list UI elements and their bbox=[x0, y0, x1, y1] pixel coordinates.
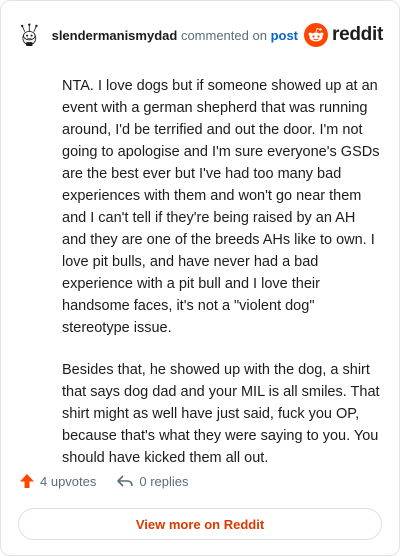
comment-paragraph: Besides that, he showed up with the dog,… bbox=[62, 362, 380, 466]
comment-meta: slendermanismydad commented on post bbox=[52, 28, 298, 43]
reddit-wordmark: reddit bbox=[332, 24, 383, 45]
reddit-snoo-icon bbox=[304, 23, 329, 47]
comment-header: slendermanismydad commented on post redd… bbox=[17, 15, 383, 55]
post-link[interactable]: post bbox=[271, 28, 298, 43]
reply-action[interactable]: 0 replies bbox=[116, 473, 189, 489]
comment-paragraph: NTA. I love dogs but if someone showed u… bbox=[62, 78, 380, 336]
commented-on-text: commented on bbox=[180, 27, 267, 43]
reply-arrow-icon[interactable] bbox=[116, 473, 134, 489]
reddit-logo[interactable]: reddit bbox=[304, 23, 383, 47]
upvote-arrow-icon[interactable] bbox=[19, 473, 35, 489]
upvote-action[interactable]: 4 upvotes bbox=[19, 473, 96, 489]
comment-body: NTA. I love dogs but if someone showed u… bbox=[62, 75, 381, 489]
reply-count: 0 replies bbox=[139, 473, 189, 489]
comment-actions: 4 upvotes 0 replies bbox=[19, 473, 189, 489]
embedded-comment-card: slendermanismydad commented on post redd… bbox=[0, 0, 400, 556]
view-more-button[interactable]: View more on Reddit bbox=[18, 508, 382, 540]
upvote-count: 4 upvotes bbox=[40, 473, 97, 489]
username-link[interactable]: slendermanismydad bbox=[52, 28, 178, 43]
snoo-avatar-icon[interactable] bbox=[17, 16, 42, 54]
